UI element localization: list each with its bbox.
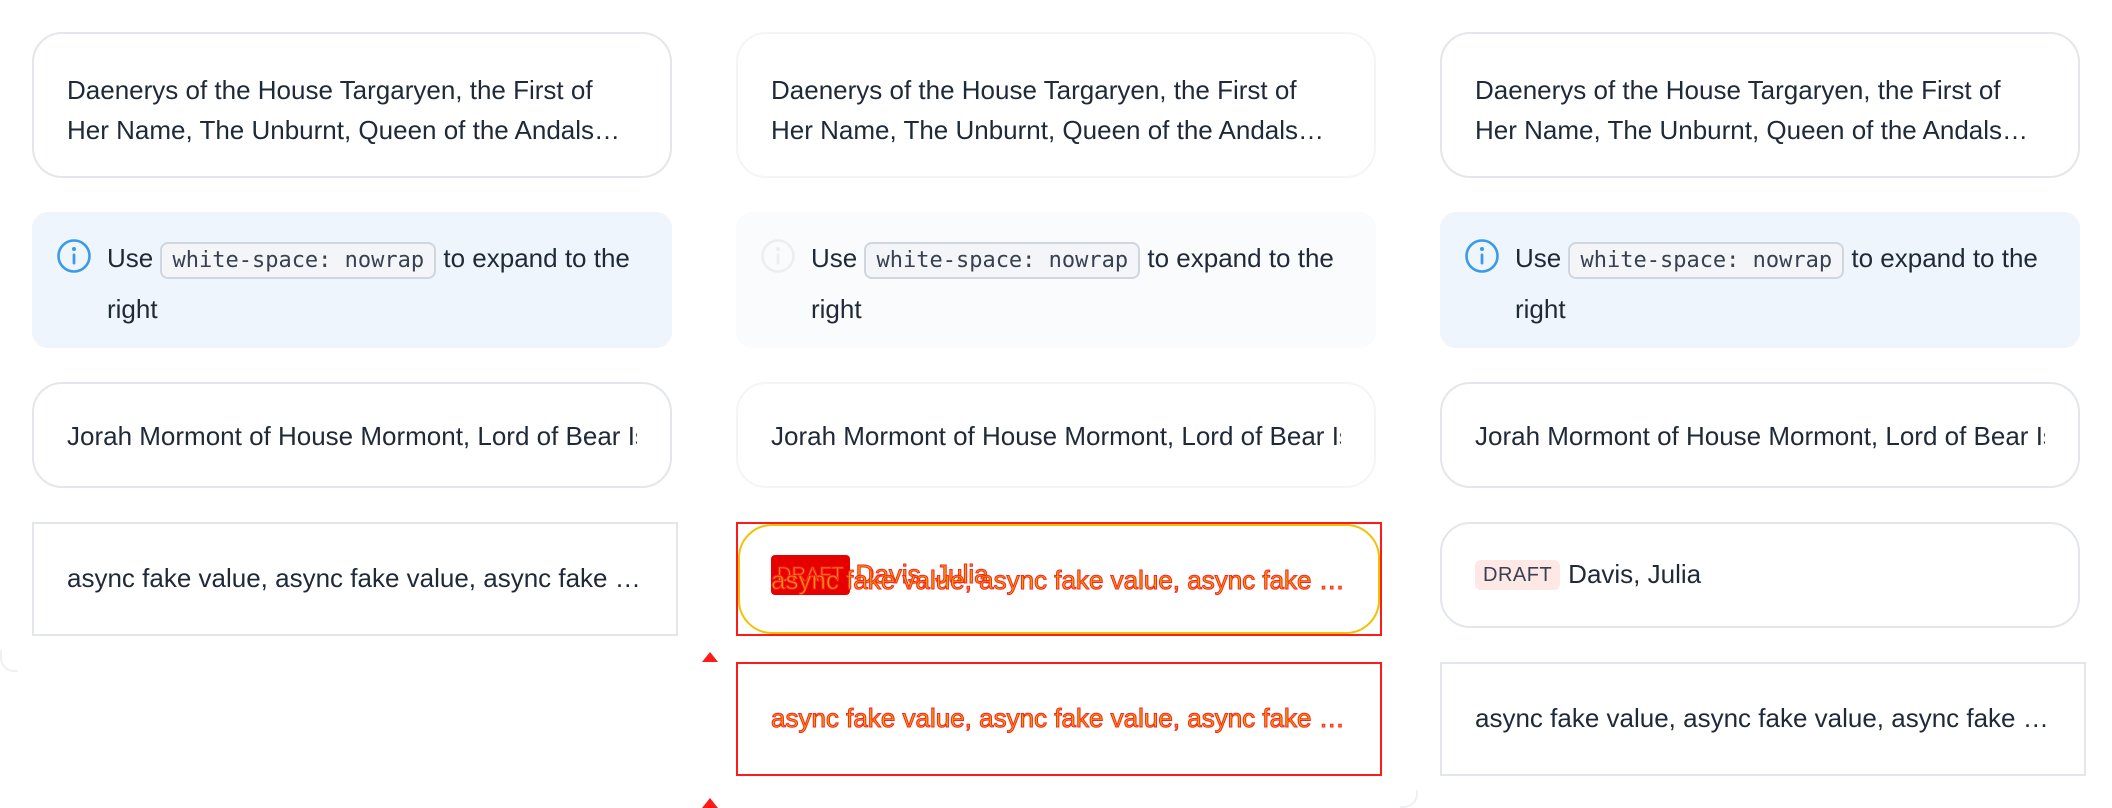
nowrap-title-card[interactable]: Jorah Mormont of House Mormont, Lord of … [32,382,672,488]
nowrap-title-text: Jorah Mormont of House Mormont, Lord of … [67,421,637,451]
error-corner-mark [702,652,718,662]
info-code: white-space: nowrap [864,242,1141,279]
info-text-use: Use [107,243,154,273]
info-text-use: Use [811,243,858,273]
column-disabled: Daenerys of the House Targaryen, the Fir… [702,0,1418,808]
long-title-text: Daenerys of the House Targaryen, the Fir… [67,75,595,145]
info-circle-icon [56,238,92,274]
info-callout: Use white-space: nowrap to expand to the… [32,212,672,348]
info-circle-icon [1464,238,1500,274]
nowrap-title-text: Jorah Mormont of House Mormont, Lord of … [771,421,1341,451]
info-callout: Use white-space: nowrap to expand to the… [736,212,1376,348]
long-title-text: Daenerys of the House Targaryen, the Fir… [771,75,1299,145]
nowrap-title-card[interactable]: Jorah Mormont of House Mormont, Lord of … [736,382,1376,488]
layout: Daenerys of the House Targaryen, the Fir… [0,0,2112,808]
info-text: Use white-space: nowrap to expand to the… [811,234,1346,333]
nowrap-title-text: Jorah Mormont of House Mormont, Lord of … [1475,421,2045,451]
long-title-card[interactable]: Daenerys of the House Targaryen, the Fir… [736,32,1376,178]
info-circle-icon [760,238,796,274]
long-title-card[interactable]: Daenerys of the House Targaryen, the Fir… [1440,32,2080,178]
info-text: Use white-space: nowrap to expand to the… [107,234,642,333]
info-text-use: Use [1515,243,1562,273]
async-values-card[interactable]: async fake value, async fake value, asyn… [1440,662,2086,776]
async-values-text: async fake value, async fake value, asyn… [1475,703,2051,733]
long-title-card[interactable]: Daenerys of the House Targaryen, the Fir… [32,32,672,178]
draft-row: DRAFT Davis, Julia [1475,554,2045,594]
draft-error-card[interactable]: DRAFT Davis, Julia async fake value, async… [736,522,1382,636]
info-code: white-space: nowrap [160,242,437,279]
panel-edge [0,650,18,672]
column-default: Daenerys of the House Targaryen, the Fir… [0,0,700,808]
draft-badge: DRAFT [1475,560,1561,590]
async-overlay-text: async fake value, async fake value, asyn… [771,565,1347,596]
nowrap-title-card[interactable]: Jorah Mormont of House Mormont, Lord of … [1440,382,2080,488]
draft-person: Davis, Julia [1568,559,1702,589]
info-code: white-space: nowrap [1568,242,1845,279]
async-values-text: async fake value, async fake value, asyn… [67,563,643,593]
async-error-text: async fake value, async fake value, asyn… [771,703,1347,734]
async-values-card[interactable]: async fake value, async fake value, asyn… [32,522,678,636]
info-text: Use white-space: nowrap to expand to the… [1515,234,2050,333]
error-corner-mark [702,798,718,808]
info-callout: Use white-space: nowrap to expand to the… [1440,212,2080,348]
column-active: Daenerys of the House Targaryen, the Fir… [1408,0,2108,808]
async-error-card[interactable]: async fake value, async fake value, asyn… [736,662,1382,776]
long-title-text: Daenerys of the House Targaryen, the Fir… [1475,75,2003,145]
draft-card[interactable]: DRAFT Davis, Julia [1440,522,2080,628]
